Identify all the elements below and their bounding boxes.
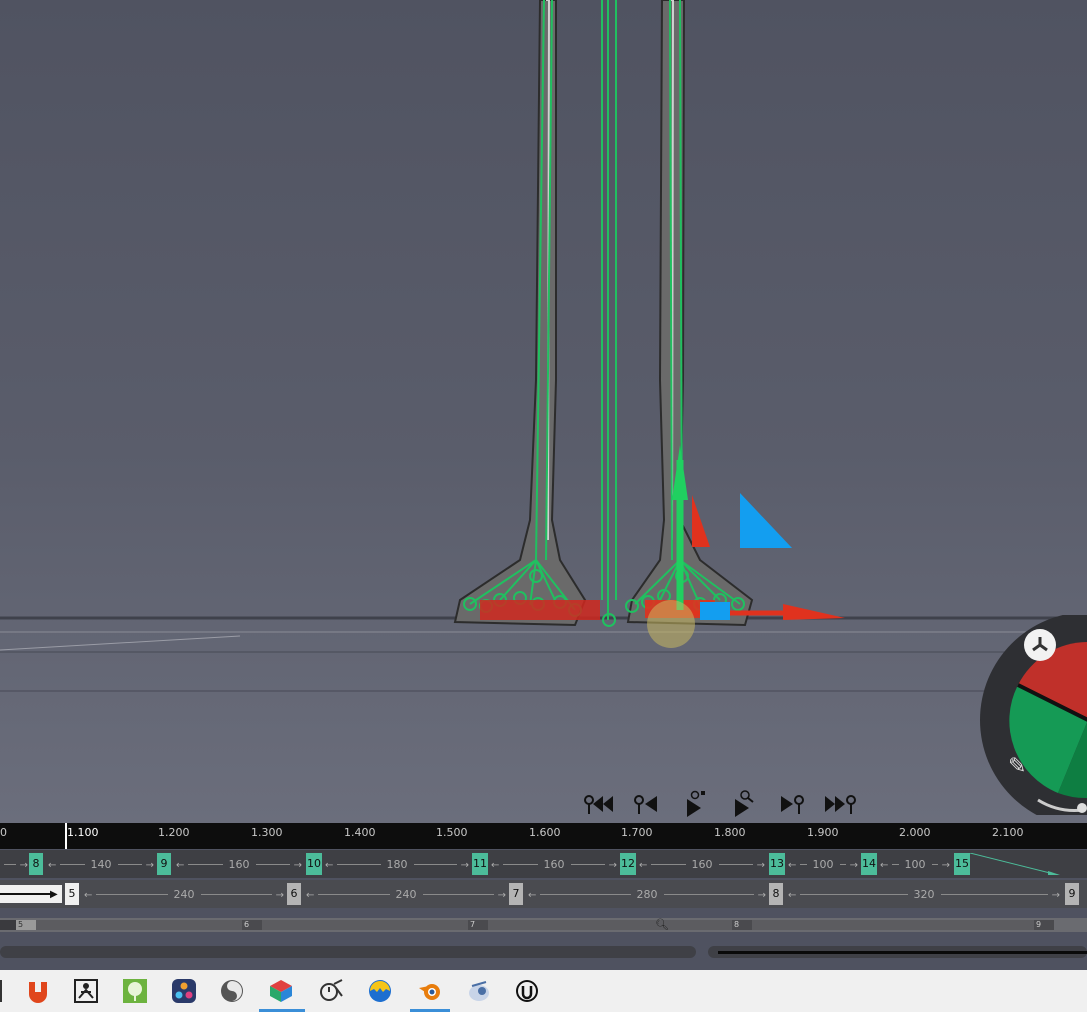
ruler-tick: 1.800 [714,826,746,839]
keyframe-track[interactable]: ▶ 5 240 6 240 7 280 8 320 9 [0,880,1087,908]
keyframe[interactable]: 12 [620,853,636,875]
foot-pin-left [480,600,600,620]
scrub-handle[interactable] [0,920,16,930]
skip-back-key-icon [584,795,613,814]
interval-span: 180 [325,853,469,875]
play-record-button[interactable] [671,787,719,821]
scrub-label: 5 [16,920,36,930]
time-ruler[interactable]: 0 1.100 1.200 1.300 1.400 1.500 1.600 1.… [0,823,1087,849]
ruler-tick: 2.100 [992,826,1024,839]
blender-icon[interactable] [414,975,446,1007]
scrub-segment [752,920,1034,930]
scrub-label: 9 [1034,920,1054,930]
settings-tool-icon[interactable] [315,975,347,1007]
ruler-tick: 2.000 [899,826,931,839]
keyframe[interactable]: 15 [954,853,970,875]
scrub-segment [262,920,468,930]
previous-key-button[interactable] [623,787,671,821]
ruler-tick: 1.100 [67,826,99,839]
interval-span: 100 [880,853,950,875]
interval-span: 280 [528,883,766,905]
keyframe[interactable]: 8 [29,853,43,875]
robot-app-icon[interactable] [463,975,495,1007]
interval-span: 160 [176,853,302,875]
scene-canvas [0,0,1087,692]
interval-span: 240 [84,883,284,905]
ruler-tick: 1.400 [344,826,376,839]
keyframe[interactable]: 6 [287,883,301,905]
interval-span: 240 [306,883,506,905]
floor-line [0,635,241,651]
timeline-scrubber[interactable]: 5 6 7 🔍︎ 8 9 [0,918,1087,932]
interval-span: 100 [788,853,858,875]
play-record-icon [687,790,705,817]
marmoset-icon[interactable] [22,975,54,1007]
left-leg-mesh [453,0,587,627]
gizmo-center-handle [647,600,695,648]
scrub-label: 7 [468,920,488,930]
horizontal-scrollbar[interactable] [708,946,1087,958]
playback-controls [575,787,863,821]
interval-span: 160 [639,853,765,875]
gizmo-slider-knob [1077,803,1087,813]
interval-span: 140 [48,853,154,875]
interpolation-curve [970,853,1060,875]
play-button[interactable] [719,787,767,821]
scrub-segment [36,920,242,930]
unreal-engine-icon[interactable] [511,975,543,1007]
keyframe[interactable]: 9 [157,853,171,875]
ruler-tick: 1.200 [158,826,190,839]
interval-span: 160 [491,853,617,875]
ruler-tick: 1.300 [251,826,283,839]
keyframe[interactable]: 13 [769,853,785,875]
ruler-tick: 1.600 [529,826,561,839]
go-to-start-key-button[interactable] [575,787,623,821]
play-search-icon [735,790,754,817]
davinci-resolve-icon[interactable] [168,975,200,1007]
view-cube-gizmo[interactable]: ✎ [978,615,1087,815]
scrub-label: 6 [242,920,262,930]
sculpt-app-icon[interactable] [216,975,248,1007]
ruler-tick: 1.900 [807,826,839,839]
scrub-segment [488,920,732,930]
right-leg-mesh [626,0,754,627]
cascadeur-icon[interactable] [265,975,297,1007]
skip-forward-key-icon [825,795,856,814]
keyframe[interactable]: 5 [65,883,79,905]
3d-viewport[interactable]: ✎ [0,0,1087,823]
ruler-tick: 1.700 [621,826,653,839]
next-key-button[interactable] [767,787,815,821]
keyframe[interactable]: 14 [861,853,877,875]
keyframe[interactable]: 9 [1065,883,1079,905]
selected-interval[interactable]: ▶ [0,885,62,903]
horizontal-scrollbar[interactable] [0,946,696,958]
keyframe[interactable]: 8 [769,883,783,905]
step-back-key-icon [634,795,657,814]
taskbar [0,970,1087,1012]
go-to-end-key-button[interactable] [815,787,863,821]
interval-span [0,853,28,875]
search-icon[interactable]: 🔍︎ [655,918,669,931]
keyframe[interactable]: 11 [472,853,488,875]
keyframe[interactable]: 7 [509,883,523,905]
ruler-tick: 0 [0,826,7,839]
keyframe[interactable]: 10 [306,853,322,875]
blob-app-icon[interactable] [364,975,396,1007]
playhead[interactable] [65,823,67,849]
speedtree-icon[interactable] [119,975,151,1007]
zbrush-icon[interactable] [70,975,102,1007]
keyframe-track[interactable]: 8 140 9 160 10 180 11 160 12 160 13 100 … [0,850,1087,878]
step-forward-key-icon [781,795,804,814]
interval-span: 320 [788,883,1060,905]
ruler-tick: 1.500 [436,826,468,839]
pen-icon: ✎ [1008,754,1026,779]
scrub-label: 8 [732,920,752,930]
